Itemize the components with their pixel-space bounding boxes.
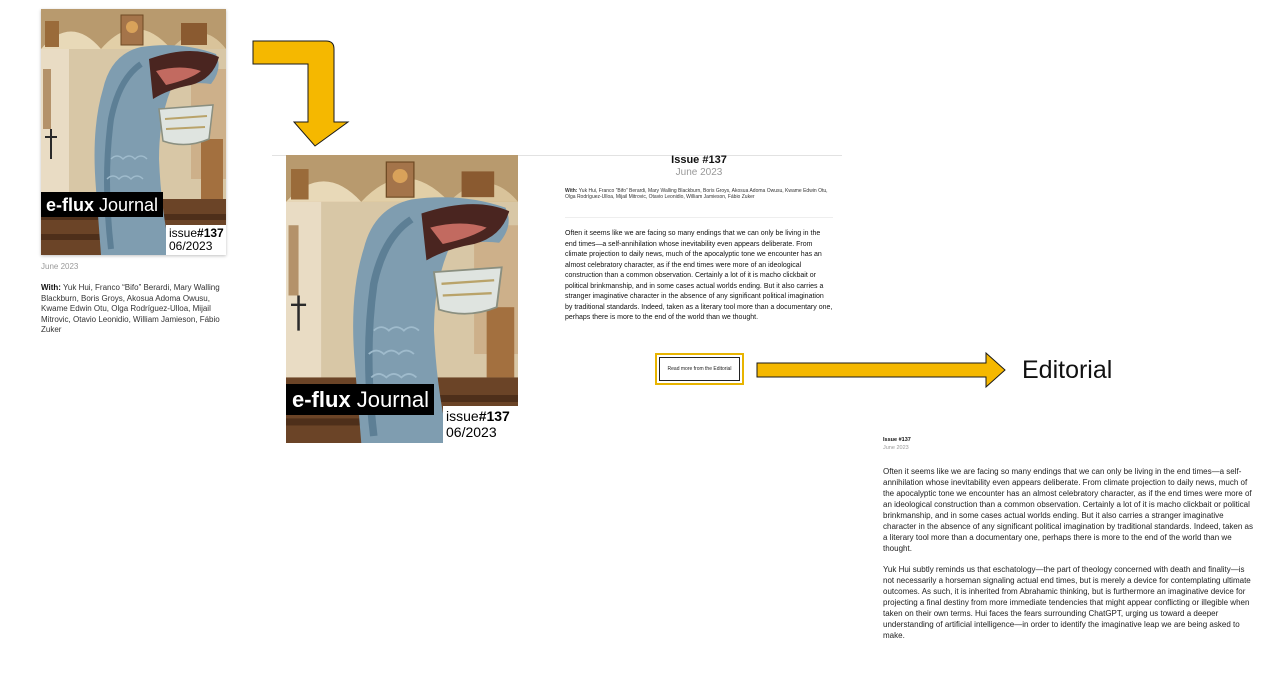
read-more-editorial-button[interactable]: Read more from the Editorial (659, 357, 740, 381)
divider (565, 217, 833, 218)
contributors-list: With: Yuk Hui, Franco “Bifo” Berardi, Ma… (41, 283, 220, 334)
editorial-issue-date: June 2023 (883, 445, 909, 451)
read-more-highlight: Read more from the Editorial (655, 353, 744, 385)
issue-summary: Often it seems like we are facing so man… (565, 230, 833, 321)
arrow-down-icon (252, 40, 350, 147)
journal-cover-large[interactable]: e-flux Journal issue#137 06/2023 (286, 155, 518, 443)
eflux-journal-logo: e-flux Journal (286, 384, 434, 415)
issue-badge: issue#137 06/2023 (443, 406, 518, 443)
issue-date: June 2023 (675, 167, 723, 178)
journal-cover-small[interactable]: e-flux Journal issue#137 06/2023 (41, 9, 226, 255)
editorial-paragraph: Often it seems like we are facing so man… (883, 467, 1253, 553)
issue-title: Issue #137 (671, 154, 727, 166)
editorial-paragraph: Yuk Hui subtly reminds us that eschatolo… (883, 565, 1251, 640)
arrow-right-icon (756, 351, 1006, 389)
eflux-journal-logo: e-flux Journal (41, 192, 164, 217)
issue-date: June 2023 (41, 262, 79, 271)
contributors-list: With: Yuk Hui, Franco “Bifo” Berardi, Ma… (565, 188, 828, 200)
issue-badge: issue#137 06/2023 (166, 224, 226, 255)
whale-pulpit-photo (41, 9, 226, 255)
editorial-issue-title: Issue #137 (883, 437, 911, 443)
editorial-heading: Editorial (1022, 356, 1113, 384)
